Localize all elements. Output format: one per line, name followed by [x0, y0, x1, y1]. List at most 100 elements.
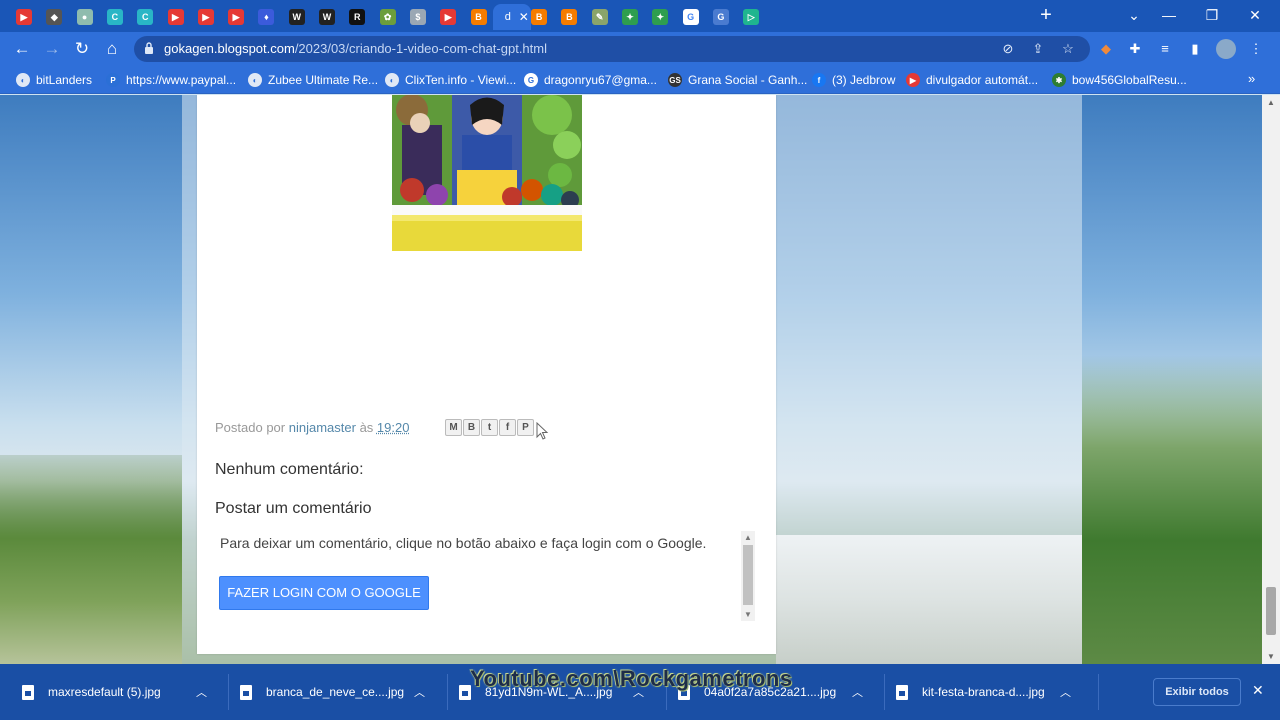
browser-tab[interactable]: ✦V [614, 4, 642, 30]
forward-button[interactable]: → [42, 39, 62, 59]
download-filename: kit-festa-branca-d....jpg [922, 685, 1045, 699]
share-icon[interactable]: ⇪ [1030, 41, 1046, 57]
post-image[interactable] [392, 95, 582, 251]
download-filename: branca_de_neve_ce....jpg [266, 685, 405, 699]
bookmark-label: divulgador automát... [926, 73, 1039, 87]
url-host: gokagen.blogspot.com [164, 41, 295, 56]
google-login-button[interactable]: FAZER LOGIN COM O GOOGLE [219, 576, 429, 610]
browser-tab[interactable]: WF [281, 4, 309, 30]
blogger-share-icon[interactable]: B [463, 419, 480, 436]
browser-tab[interactable]: Bc [553, 4, 581, 30]
page-scroll-thumb[interactable] [1266, 587, 1276, 635]
profile-avatar-icon[interactable] [1216, 39, 1236, 59]
browser-tab[interactable]: ✿C [372, 4, 400, 30]
eye-off-icon[interactable]: ⊘ [1000, 41, 1016, 57]
bookmark-item[interactable]: GS Grana Social - Ganh... [668, 71, 807, 89]
chevron-up-icon[interactable]: ︿ [414, 684, 425, 700]
scroll-thumb[interactable] [743, 545, 753, 605]
close-window-button[interactable]: ✕ [1233, 2, 1277, 28]
address-bar[interactable]: gokagen.blogspot.com/2023/03/criando-1-v… [134, 36, 1090, 62]
back-button[interactable]: ← [12, 39, 32, 59]
download-item[interactable]: branca_de_neve_ce....jpg ︿ [240, 674, 450, 710]
browser-tab[interactable]: CF [99, 4, 127, 30]
browser-tab[interactable]: ▶L [220, 4, 248, 30]
scroll-up-icon[interactable]: ▲ [744, 533, 752, 542]
email-share-icon[interactable]: M [445, 419, 462, 436]
comment-form: Para deixar um comentário, clique no bot… [215, 531, 757, 621]
browser-tab[interactable]: Bc [523, 4, 551, 30]
new-tab-button[interactable]: + [1036, 5, 1056, 25]
minimize-button[interactable]: — [1147, 2, 1191, 28]
home-button[interactable]: ⌂ [102, 39, 122, 59]
media-control-icon[interactable]: ≡ [1157, 41, 1173, 57]
comments-heading: Nenhum comentário: [215, 461, 364, 478]
browser-tab[interactable]: Cc [129, 4, 157, 30]
file-icon [22, 684, 34, 700]
pinterest-share-icon[interactable]: P [517, 419, 534, 436]
reload-button[interactable]: ↻ [72, 39, 92, 59]
browser-tab[interactable]: GE [675, 4, 703, 30]
page-scrollbar[interactable]: ▲ ▼ [1262, 95, 1280, 664]
star-icon[interactable]: ☆ [1060, 41, 1076, 57]
post-comment-heading: Postar um comentário [215, 500, 372, 517]
bookmark-item[interactable]: ▶ divulgador automát... [906, 71, 1038, 89]
tab-favicon-icon: R [349, 9, 366, 25]
browser-tab[interactable]: GC [705, 4, 733, 30]
browser-tab[interactable]: ▷C [735, 4, 763, 30]
background-trees-left [0, 455, 182, 664]
side-panel-icon[interactable]: ▮ [1187, 41, 1203, 57]
url-text[interactable]: gokagen.blogspot.com/2023/03/criando-1-v… [164, 41, 547, 56]
scroll-down-icon[interactable]: ▼ [744, 610, 752, 619]
tab-favicon-icon: ♦ [258, 9, 275, 25]
metamask-extension-icon[interactable]: ◆ [1098, 41, 1114, 57]
browser-tab[interactable]: ▶S [8, 4, 36, 30]
show-all-downloads-button[interactable]: Exibir todos [1153, 678, 1241, 706]
download-item[interactable]: maxresdefault (5).jpg ︿ [22, 674, 232, 710]
bookmark-item[interactable]: Gdragonryu67@gma... [524, 71, 657, 89]
bookmark-favicon-icon: ◐ [385, 73, 399, 87]
menu-kebab-icon[interactable]: ⋮ [1248, 41, 1264, 57]
puzzle-extensions-icon[interactable]: ✚ [1127, 41, 1143, 57]
post-time-link[interactable]: 19:20 [377, 420, 410, 435]
snow-white-illustration [392, 95, 582, 251]
restore-button[interactable]: ❐ [1190, 2, 1234, 28]
author-link[interactable]: ninjamaster [289, 420, 356, 435]
browser-tab[interactable]: ●" [69, 4, 97, 30]
twitter-share-icon[interactable]: t [481, 419, 498, 436]
browser-tab[interactable]: ▶L [190, 4, 218, 30]
browser-tab[interactable]: WS [311, 4, 339, 30]
browser-tab[interactable]: ▶A [432, 4, 460, 30]
browser-tab[interactable]: ♦F [250, 4, 278, 30]
browser-tab[interactable]: ◆ [38, 4, 66, 30]
bookmark-item[interactable]: Phttps://www.paypal... [106, 71, 236, 89]
browser-tab[interactable]: BE [463, 4, 491, 30]
chevron-up-icon[interactable]: ︿ [196, 684, 207, 700]
bookmark-item[interactable]: ◐ Zubee Ultimate Re... [248, 71, 378, 89]
download-item[interactable]: kit-festa-branca-d....jpg ︿ [896, 674, 1096, 710]
bookmarks-overflow-icon[interactable]: » [1248, 71, 1255, 86]
bookmark-item[interactable]: ✱ bow456GlobalResu... [1052, 71, 1187, 89]
close-downloads-icon[interactable]: ✕ [1252, 682, 1264, 699]
bookmark-item[interactable]: ◐ bitLanders [16, 71, 92, 89]
tab-favicon-icon: ● [76, 9, 93, 25]
tab-favicon-icon: ✦ [652, 9, 669, 25]
scroll-up-icon[interactable]: ▲ [1267, 98, 1275, 107]
bookmark-item[interactable]: f (3) Jedbrow [812, 71, 895, 89]
browser-tab[interactable]: ✎A [584, 4, 612, 30]
browser-tab[interactable]: ✦S [644, 4, 672, 30]
facebook-share-icon[interactable]: f [499, 419, 516, 436]
arrow-right-icon: → [43, 39, 61, 58]
chevron-up-icon[interactable]: ︿ [852, 684, 863, 700]
bookmark-item[interactable]: ◐ ClixTen.info - Viewi... [385, 71, 516, 89]
bookmark-favicon-icon: ▶ [906, 73, 920, 87]
tab-favicon-icon: B [470, 9, 487, 25]
reload-icon: ↻ [74, 39, 90, 58]
bookmarks-bar: » ◐ bitLanders Phttps://www.paypal... ◐ Zube… [0, 66, 1280, 94]
browser-toolbar: ← → ↻ ⌂ gokagen.blogspot.com/2023/03/cri… [0, 32, 1280, 66]
scroll-down-icon[interactable]: ▼ [1267, 652, 1275, 661]
comment-form-scrollbar[interactable]: ▲ ▼ [741, 531, 755, 621]
browser-tab[interactable]: $A [402, 4, 430, 30]
chevron-up-icon[interactable]: ︿ [1060, 684, 1071, 700]
browser-tab[interactable]: ▶C [160, 4, 188, 30]
browser-tab[interactable]: RF [341, 4, 369, 30]
